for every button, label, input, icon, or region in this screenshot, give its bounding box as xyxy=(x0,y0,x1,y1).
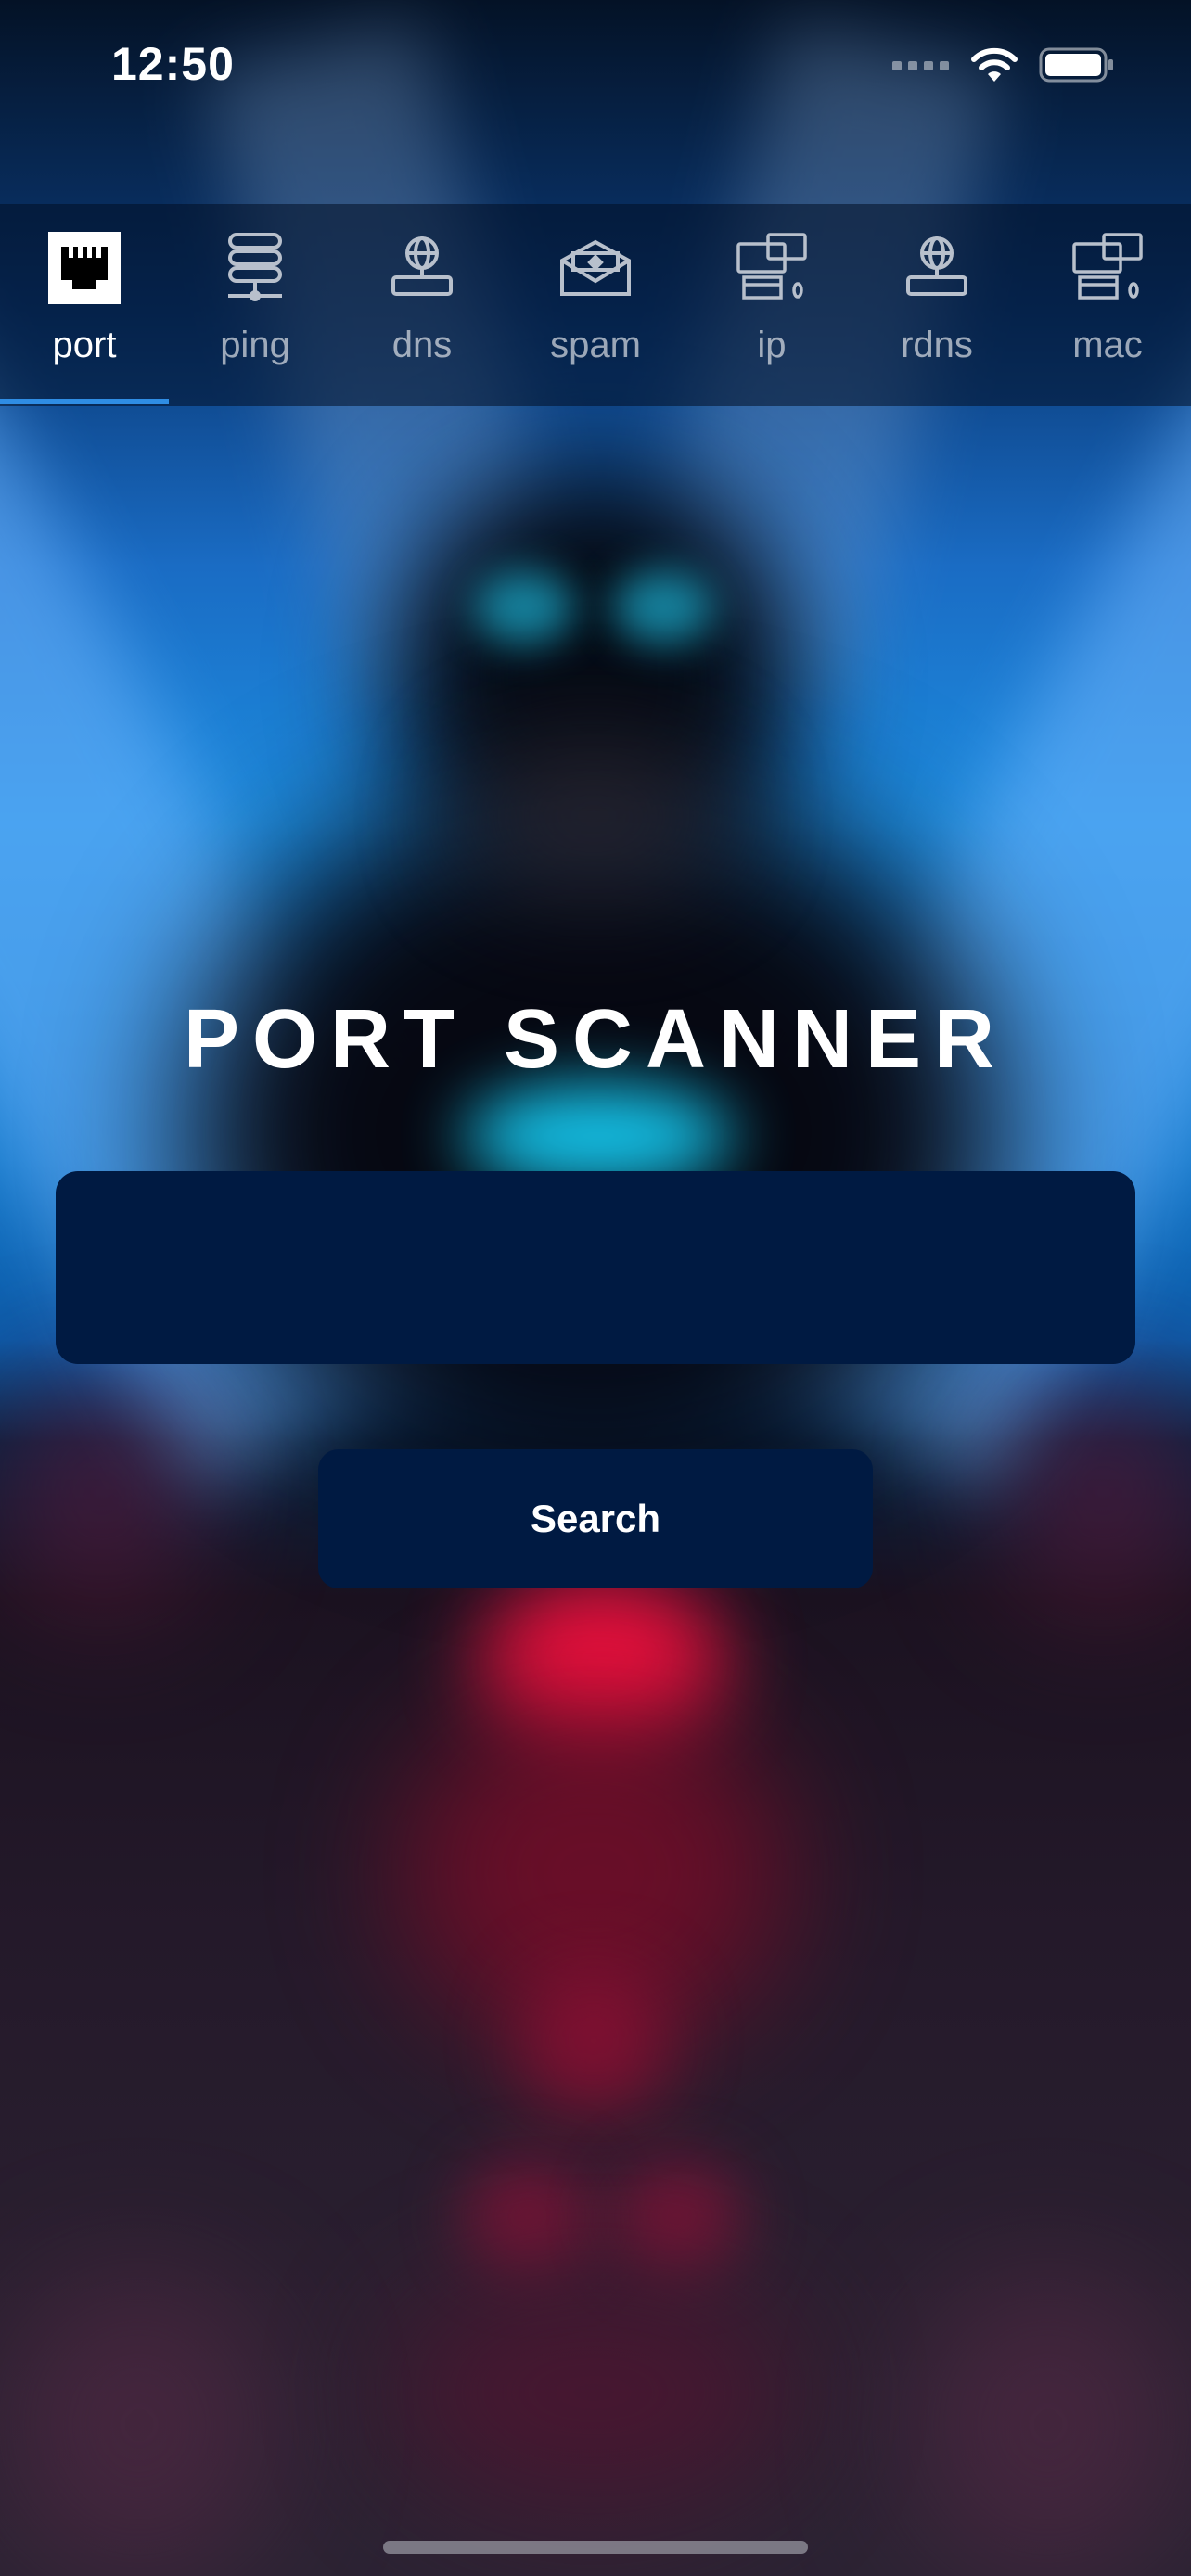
app-screen: 12:50 port ping dns spam ip rdns mac POR… xyxy=(0,0,1191,2576)
server-stack-icon xyxy=(213,226,297,310)
tab-ip[interactable]: ip xyxy=(698,204,846,406)
status-icons xyxy=(892,46,1115,88)
tool-tab-bar: port ping dns spam ip rdns mac xyxy=(0,204,1191,406)
tab-port-label: port xyxy=(52,325,117,365)
tab-dns[interactable]: dns xyxy=(348,204,496,406)
tab-rdns[interactable]: rdns xyxy=(863,204,1011,406)
status-time: 12:50 xyxy=(111,38,235,90)
wifi-icon xyxy=(970,46,1018,88)
tab-ping-label: ping xyxy=(220,325,290,365)
tab-mac-label: mac xyxy=(1072,325,1143,365)
tab-ip-label: ip xyxy=(757,325,787,365)
tab-port[interactable]: port xyxy=(9,204,160,406)
ethernet-port-icon xyxy=(43,226,126,310)
tab-ping[interactable]: ping xyxy=(181,204,329,406)
computers-icon xyxy=(1066,226,1149,310)
globe-network-icon xyxy=(895,226,979,310)
tab-dns-label: dns xyxy=(391,325,453,365)
battery-icon xyxy=(1039,47,1115,87)
tab-rdns-label: rdns xyxy=(901,325,973,365)
search-button[interactable]: Search xyxy=(318,1449,873,1588)
cellular-signal-icon xyxy=(892,58,950,76)
computers-icon xyxy=(730,226,813,310)
home-indicator[interactable] xyxy=(383,2541,808,2554)
tab-spam[interactable]: spam xyxy=(521,204,670,406)
page-title: PORT SCANNER xyxy=(183,993,1008,1086)
globe-network-icon xyxy=(380,226,464,310)
status-bar: 12:50 xyxy=(0,0,1191,139)
tab-spam-label: spam xyxy=(550,325,641,365)
mail-envelope-icon xyxy=(554,226,637,310)
host-input[interactable] xyxy=(56,1171,1135,1364)
tab-mac[interactable]: mac xyxy=(1033,204,1182,406)
active-tab-indicator xyxy=(0,399,169,404)
